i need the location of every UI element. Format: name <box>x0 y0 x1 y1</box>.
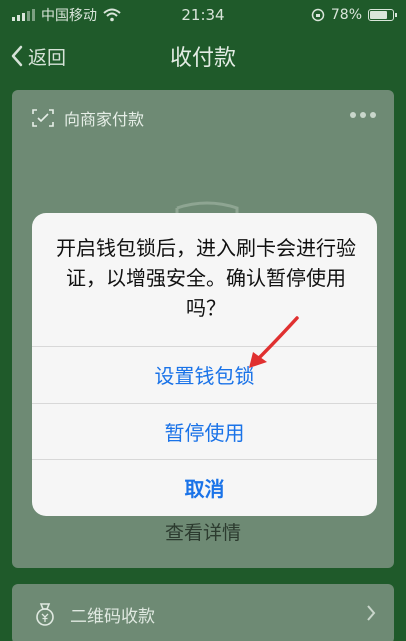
scan-frame-icon <box>32 109 54 127</box>
more-dots-icon[interactable] <box>350 112 376 118</box>
status-right: 78% <box>311 7 397 23</box>
signal-icon <box>12 9 35 21</box>
chevron-left-icon <box>11 45 23 67</box>
set-wallet-lock-button[interactable]: 设置钱包锁 <box>32 346 377 401</box>
status-left: 中国移动 <box>12 5 121 25</box>
card-header-label: 向商家付款 <box>64 110 145 129</box>
nav-bar: 返回 收付款 <box>0 30 406 82</box>
card-header: 向商家付款 <box>12 90 394 146</box>
cancel-button[interactable]: 取消 <box>32 459 377 514</box>
back-button[interactable]: 返回 <box>10 30 66 82</box>
qr-receive-label: 二维码收款 <box>70 606 155 627</box>
battery-icon <box>368 9 397 21</box>
chevron-right-icon <box>367 605 376 621</box>
money-bag-icon <box>36 603 54 626</box>
pause-use-button[interactable]: 暂停使用 <box>32 403 377 458</box>
view-details-link[interactable]: 查看详情 <box>12 518 394 545</box>
rotation-lock-icon <box>311 8 325 22</box>
dialog-message: 开启钱包锁后，进入刷卡会进行验证，以增强安全。确认暂停使用吗？ <box>56 236 356 320</box>
qr-receive-row[interactable]: 二维码收款 <box>12 584 394 641</box>
carrier-label: 中国移动 <box>41 8 97 24</box>
back-label: 返回 <box>28 46 67 69</box>
status-bar: 中国移动 21:34 78% <box>0 0 406 30</box>
battery-percent: 78% <box>330 7 362 23</box>
page-title: 收付款 <box>169 46 236 71</box>
annotation-arrow-icon <box>249 316 299 368</box>
confirm-dialog: 开启钱包锁后，进入刷卡会进行验证，以增强安全。确认暂停使用吗？ 设置钱包锁 暂停… <box>32 213 377 516</box>
wifi-icon <box>103 8 121 22</box>
